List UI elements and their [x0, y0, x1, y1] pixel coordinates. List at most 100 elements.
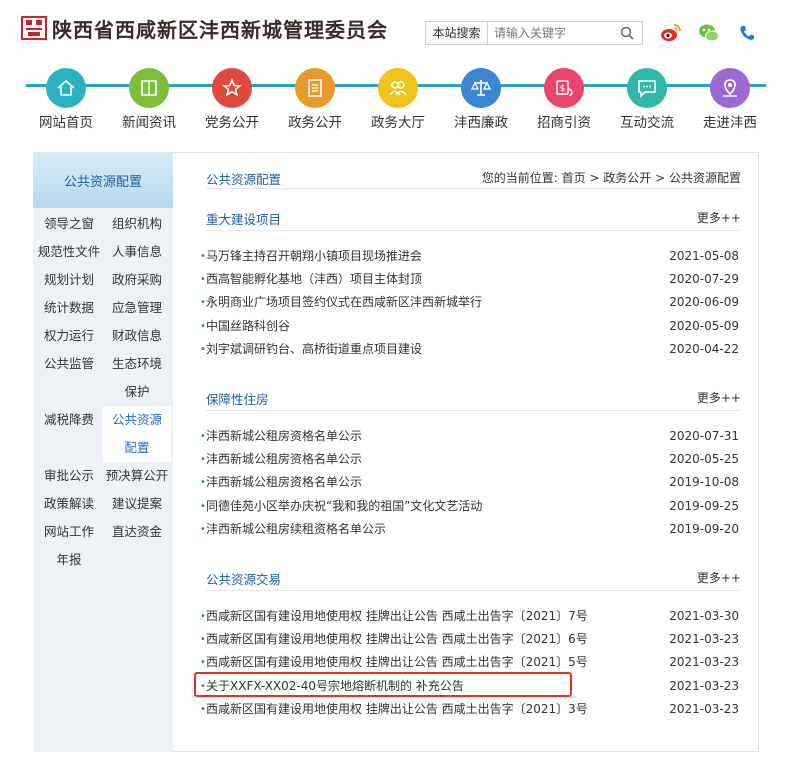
- news-list: • 马万锋主持召开朝翔小镇项目现场推进会 2021-05-08 • 西高智能孵化基地（…: [200, 245, 741, 361]
- item-title[interactable]: 沣西新城公租房资格名单公示: [206, 425, 362, 448]
- sidebar-item-planning[interactable]: 规划计划: [35, 266, 103, 294]
- nav-item-gov-open[interactable]: 政务公开: [274, 64, 356, 131]
- sidebar-item-organization[interactable]: 组织机构: [103, 210, 171, 238]
- sidebar-item-supervision[interactable]: 公共监管: [35, 350, 103, 406]
- item-title[interactable]: 西高智能孵化基地（沣西）项目主体封顶: [206, 268, 422, 291]
- more-link[interactable]: 更多++: [697, 389, 741, 406]
- item-title[interactable]: 沣西新城公租房续租资格名单公示: [206, 518, 386, 541]
- item-date: 2020-05-25: [669, 452, 739, 467]
- item-date: 2021-03-30: [669, 609, 739, 623]
- nav-label: 招商引资: [537, 115, 591, 131]
- nav-home-badge: [46, 68, 86, 108]
- section-affordable-housing: 保障性住房 更多++ • 沣西新城公租房资格名单公示 2020-07-31 • 沣西新…: [200, 389, 741, 541]
- sidebar-item-leaders[interactable]: 领导之窗: [35, 210, 103, 238]
- item-title[interactable]: 中国丝路科创谷: [206, 315, 290, 338]
- item-title[interactable]: 沣西新城公租房资格名单公示: [206, 448, 362, 471]
- nav-item-service-hall[interactable]: 政务大厅: [357, 64, 439, 131]
- list-item[interactable]: • 沣西新城公租房续租资格名单公示 2019-09-20: [200, 518, 741, 541]
- item-title[interactable]: 马万锋主持召开朝翔小镇项目现场推进会: [206, 245, 422, 268]
- sidebar-item-procurement[interactable]: 政府采购: [103, 266, 171, 294]
- nav-label: 政务公开: [288, 115, 342, 131]
- sidebar-item-ecology[interactable]: 生态环境保护: [103, 350, 171, 406]
- phone-icon: [740, 26, 754, 40]
- sidebar-menu: 领导之窗 组织机构 规范性文件 人事信息 规划计划 政府采购 统计数据 应急管理…: [33, 210, 173, 574]
- item-date: 2019-09-25: [669, 498, 739, 513]
- more-link[interactable]: 更多++: [697, 569, 741, 586]
- nav-item-home[interactable]: 网站首页: [25, 64, 107, 131]
- sidebar-item-finance[interactable]: 财政信息: [103, 322, 171, 350]
- search-input[interactable]: [488, 22, 612, 44]
- item-title[interactable]: 沣西新城公租房资格名单公示: [206, 471, 362, 494]
- sidebar-item-personnel[interactable]: 人事信息: [103, 238, 171, 266]
- star-icon: [221, 78, 243, 97]
- nav-item-investment[interactable]: $ 招商引资: [523, 64, 605, 131]
- wechat-link[interactable]: [698, 22, 720, 44]
- section-header: 公共资源交易 更多++: [206, 569, 741, 591]
- list-item[interactable]: • 西高智能孵化基地（沣西）项目主体封顶 2020-07-29: [200, 268, 741, 291]
- sidebar-item-power[interactable]: 权力运行: [35, 322, 103, 350]
- item-date: 2021-03-23: [669, 632, 739, 647]
- list-item[interactable]: • 中国丝路科创谷 2020-05-09: [200, 315, 741, 338]
- search-label: 本站搜索: [426, 22, 488, 44]
- phone-link[interactable]: [736, 22, 758, 44]
- page-title: 公共资源配置: [206, 172, 282, 187]
- nav-label: 互动交流: [620, 115, 674, 131]
- list-item[interactable]: • 沣西新城公租房资格名单公示 2019-10-08: [200, 471, 741, 494]
- sidebar-item-proposals[interactable]: 建议提案: [103, 490, 171, 518]
- highlight-box: [194, 672, 572, 697]
- list-item[interactable]: • 西咸新区国有建设用地使用权 挂牌出让公告 西咸土出告字〔2021〕7号 2021…: [200, 605, 741, 628]
- nav-item-integrity[interactable]: 沣西廉政: [440, 64, 522, 131]
- item-title[interactable]: 永明商业广场项目签约仪式在西咸新区沣西新城举行: [206, 291, 482, 314]
- item-date: 2020-06-09: [669, 295, 739, 310]
- nav-item-news[interactable]: 新闻资讯: [108, 64, 190, 131]
- svg-text:$: $: [560, 84, 566, 94]
- weibo-icon: [661, 24, 681, 41]
- sidebar-item-direct-funds[interactable]: 直达资金: [103, 518, 171, 574]
- nav-item-about[interactable]: 走进沣西: [689, 64, 771, 131]
- list-item[interactable]: • 西咸新区国有建设用地使用权 挂牌出让公告 西咸土出告字〔2021〕3号 2021…: [200, 698, 741, 721]
- sidebar-item-policy[interactable]: 政策解读: [35, 490, 103, 518]
- search-icon: [620, 26, 634, 40]
- nav-service-hall-badge: [378, 68, 418, 108]
- nav-interaction-badge: [627, 68, 667, 108]
- nav-item-interaction[interactable]: 互动交流: [606, 64, 688, 131]
- more-link[interactable]: 更多++: [697, 209, 741, 226]
- search-button[interactable]: [612, 22, 642, 44]
- sidebar-item-emergency[interactable]: 应急管理: [103, 294, 171, 322]
- list-item[interactable]: • 沣西新城公租房资格名单公示 2020-07-31: [200, 425, 741, 448]
- news-list: • 沣西新城公租房资格名单公示 2020-07-31 • 沣西新城公租房资格名单公示 2…: [200, 425, 741, 541]
- breadcrumb-path[interactable]: 您的当前位置: 首页 > 政务公开 > 公共资源配置: [482, 169, 741, 186]
- breadcrumb: 公共资源配置 您的当前位置: 首页 > 政务公开 > 公共资源配置: [206, 169, 741, 189]
- list-item[interactable]: • 马万锋主持召开朝翔小镇项目现场推进会 2021-05-08: [200, 245, 741, 268]
- item-title[interactable]: 同德佳苑小区举办庆祝“我和我的祖国”文化文艺活动: [206, 495, 482, 518]
- nav-label: 网站首页: [39, 115, 93, 131]
- sidebar-item-regulations[interactable]: 规范性文件: [35, 238, 103, 266]
- nav-item-party[interactable]: 党务公开: [191, 64, 273, 131]
- item-title[interactable]: 西咸新区国有建设用地使用权 挂牌出让公告 西咸土出告字〔2021〕6号: [206, 628, 588, 651]
- item-title[interactable]: 西咸新区国有建设用地使用权 挂牌出让公告 西咸土出告字〔2021〕3号: [206, 698, 588, 721]
- sidebar-item-approval[interactable]: 审批公示: [35, 462, 103, 490]
- nav-label: 新闻资讯: [122, 115, 176, 131]
- news-list: • 西咸新区国有建设用地使用权 挂牌出让公告 西咸土出告字〔2021〕7号 2021…: [200, 605, 741, 721]
- section-title: 公共资源交易: [206, 572, 282, 587]
- section-title: 重大建设项目: [206, 212, 282, 227]
- sidebar-item-annual-report[interactable]: 网站工作年报: [35, 518, 103, 574]
- list-item[interactable]: • 沣西新城公租房资格名单公示 2020-05-25: [200, 448, 741, 471]
- item-title[interactable]: 刘宇斌调研钓台、高桥街道重点项目建设: [206, 338, 422, 361]
- section-title: 保障性住房: [206, 392, 269, 407]
- emblem-logo-icon: [21, 16, 47, 40]
- list-item[interactable]: • 永明商业广场项目签约仪式在西咸新区沣西新城举行 2020-06-09: [200, 291, 741, 314]
- nav-integrity-badge: [461, 68, 501, 108]
- list-item[interactable]: • 西咸新区国有建设用地使用权 挂牌出让公告 西咸土出告字〔2021〕6号 2021…: [200, 628, 741, 651]
- book-icon: [141, 80, 157, 96]
- scale-icon: [470, 80, 492, 96]
- list-item[interactable]: • 刘宇斌调研钓台、高桥街道重点项目建设 2020-04-22: [200, 338, 741, 361]
- sidebar-item-statistics[interactable]: 统计数据: [35, 294, 103, 322]
- sidebar-item-tax[interactable]: 减税降费: [35, 406, 103, 462]
- sidebar-item-budget[interactable]: 预决算公开: [103, 462, 171, 490]
- sidebar-item-public-resources[interactable]: 公共资源配置: [103, 406, 171, 462]
- item-title[interactable]: 西咸新区国有建设用地使用权 挂牌出让公告 西咸土出告字〔2021〕7号: [206, 605, 588, 628]
- list-item[interactable]: • 同德佳苑小区举办庆祝“我和我的祖国”文化文艺活动 2019-09-25: [200, 495, 741, 518]
- sidebar: 公共资源配置 领导之窗 组织机构 规范性文件 人事信息 规划计划 政府采购 统计…: [33, 152, 173, 752]
- weibo-link[interactable]: [660, 22, 682, 44]
